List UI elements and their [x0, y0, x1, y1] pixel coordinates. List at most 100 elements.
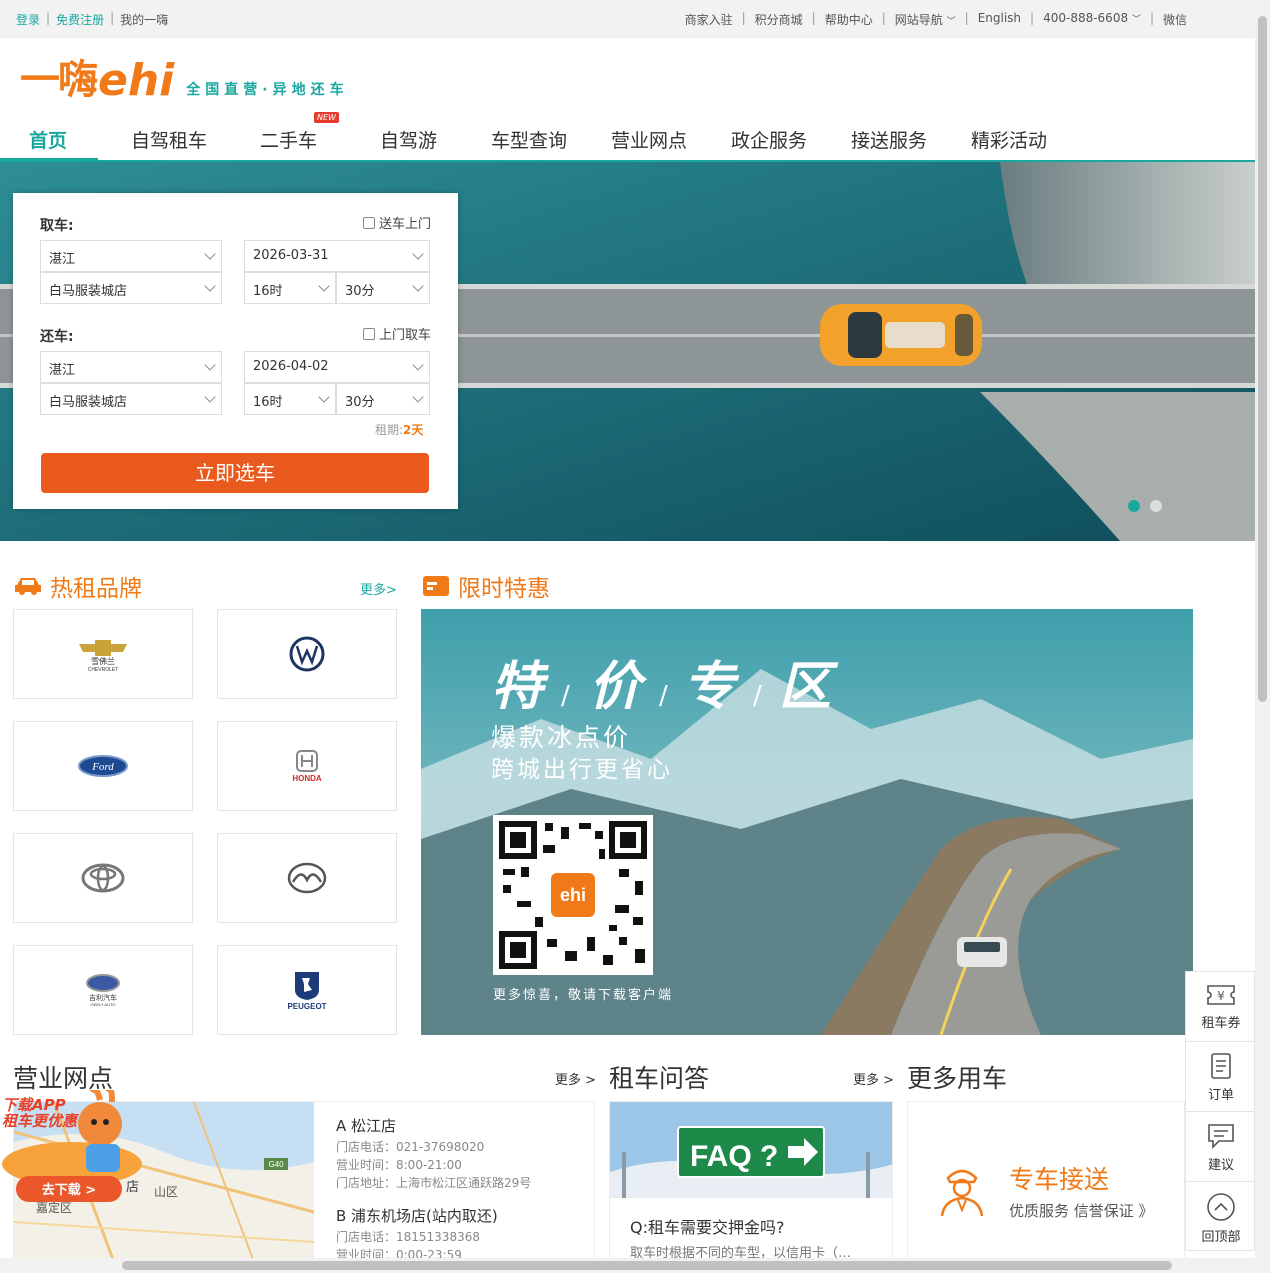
suggestion-label: 建议 [1207, 1158, 1234, 1173]
coupon-icon: ¥ [1207, 985, 1235, 1005]
select-car-button[interactable]: 立即选车 [41, 453, 429, 493]
banner-dot-2[interactable] [1150, 500, 1162, 512]
app-ad-line-2: 租车更优惠 [2, 1112, 80, 1130]
top-utility-bar: 登录 | 免费注册 | 我的一嗨 商家入驻 | 积分商城 | 帮助中心 | 网站… [0, 0, 1255, 38]
nav-events[interactable]: 精彩活动 [971, 126, 1047, 153]
ticket-icon [423, 576, 449, 596]
register-link[interactable]: 免费注册 [56, 11, 104, 28]
car-icon [15, 578, 41, 595]
faq-question: Q:租车需要交押金吗? [630, 1218, 785, 1237]
site-header: 一嗨 ehi 全国直营·异地还车 首页 自驾租车 二手车 NEW 自驾游 车型查询… [0, 38, 1255, 162]
nav-model-search[interactable]: 车型查询 [491, 126, 567, 153]
english-link[interactable]: English [978, 11, 1021, 28]
store-item[interactable]: B 浦东机场店(站内取还) 门店电话：18151338368 营业时间：0:00… [336, 1204, 531, 1260]
promo-headline-char: 价 [589, 657, 648, 717]
brands-more-link[interactable]: 更多> [360, 579, 397, 598]
phone-dropdown[interactable]: 400-888-6608 ﹀ [1043, 11, 1141, 28]
rent-period-value: 2天 [403, 423, 424, 437]
nav-enterprise[interactable]: 政企服务 [731, 126, 807, 153]
logo-cn: 一嗨 [20, 57, 98, 103]
ehi-logo[interactable]: 一嗨 ehi 全国直营·异地还车 [20, 57, 349, 103]
svg-text:吉利汽车: 吉利汽车 [89, 993, 117, 1002]
phone-number: 400-888-6608 [1043, 11, 1129, 25]
brand-ford[interactable]: Ford [13, 721, 193, 811]
separator: | [811, 11, 816, 25]
brand-toyota[interactable] [13, 833, 193, 923]
return-store-select[interactable]: 白马服装城店 [40, 383, 222, 415]
wechat-link[interactable]: 微信 [1163, 11, 1187, 28]
return-date-select[interactable]: 2026-04-02 [244, 351, 430, 383]
help-center-link[interactable]: 帮助中心 [825, 11, 873, 28]
faq-sign-text: FAQ ? [690, 1140, 778, 1173]
limited-offer-title: 限时特惠 [422, 569, 550, 603]
brand-volkswagen[interactable] [217, 609, 397, 699]
pickup-store-select[interactable]: 白马服装城店 [40, 272, 222, 304]
nav-self-drive-rental[interactable]: 自驾租车 [131, 126, 207, 153]
chevron-down-icon: ﹀ [946, 17, 956, 27]
floating-toolbar: ¥ 租车券 订单 建议 回顶部 [1185, 971, 1256, 1252]
points-mall-link[interactable]: 积分商城 [755, 11, 803, 28]
scrollbar-thumb[interactable] [122, 1261, 1172, 1270]
nav-home[interactable]: 首页 [29, 126, 67, 153]
stores-more-link[interactable]: 更多 > [555, 1069, 596, 1088]
store-item[interactable]: A 松江店 门店电话：021-37698020 营业时间：8:00-21:00 … [336, 1114, 531, 1192]
pickup-hour-select[interactable]: 16时 [244, 272, 336, 304]
banner-dot-1[interactable] [1128, 500, 1140, 512]
vertical-scrollbar[interactable] [1255, 0, 1270, 1273]
suggestion-button[interactable]: 建议 [1186, 1112, 1256, 1182]
chevron-down-icon [204, 280, 216, 292]
faq-more-link[interactable]: 更多 > [853, 1069, 894, 1088]
nav-self-drive-tour[interactable]: 自驾游 [380, 126, 437, 153]
nav-used-cars[interactable]: 二手车 NEW [260, 112, 339, 153]
store-phone: 门店电话：18151338368 [336, 1230, 480, 1244]
horizontal-scrollbar[interactable] [0, 1258, 1255, 1273]
nav-transfer[interactable]: 接送服务 [851, 126, 927, 153]
return-minute-select[interactable]: 30分 [336, 383, 430, 415]
return-city-value: 湛江 [49, 363, 76, 378]
pickup-city-select[interactable]: 湛江 [40, 240, 222, 272]
order-button[interactable]: 订单 [1186, 1042, 1256, 1112]
coupon-button[interactable]: ¥ 租车券 [1186, 972, 1256, 1042]
pickup-store-value: 白马服装城店 [49, 284, 128, 299]
return-hour-select[interactable]: 16时 [244, 383, 336, 415]
return-hour-value: 16时 [253, 395, 283, 410]
toyota-logo [81, 863, 125, 893]
my-ehi-link[interactable]: 我的一嗨 [120, 11, 168, 28]
mazda-logo [287, 862, 327, 894]
rent-period: 租期:2天 [375, 421, 423, 438]
return-city-select[interactable]: 湛江 [40, 351, 222, 383]
faq-panel[interactable]: FAQ ? Q:租车需要交押金吗? 取车时根据不同的车型，以信用卡（… [609, 1101, 893, 1261]
site-nav-dropdown[interactable]: 网站导航 ﹀ [895, 11, 956, 28]
separator: | [1149, 11, 1154, 25]
svg-text:/: / [659, 681, 668, 711]
chevron-down-icon [318, 391, 330, 403]
svg-text:PEUGEOT: PEUGEOT [287, 1002, 326, 1010]
pickup-minute-select[interactable]: 30分 [336, 272, 430, 304]
brand-peugeot[interactable]: PEUGEOT [217, 945, 397, 1035]
login-link[interactable]: 登录 [16, 11, 40, 28]
chevron-down-icon [412, 391, 424, 403]
return-minute-value: 30分 [345, 395, 375, 410]
pickup-date-select[interactable]: 2026-03-31 [244, 240, 430, 272]
pickup-minute-value: 30分 [345, 284, 375, 299]
rent-period-label: 租期: [375, 423, 404, 437]
pickup-hour-value: 16时 [253, 284, 283, 299]
scrollbar-thumb[interactable] [1258, 16, 1267, 702]
return-label: 还车: [40, 329, 74, 345]
brand-honda[interactable]: HONDA [217, 721, 397, 811]
return-collect-checkbox[interactable]: 上门取车 [363, 324, 431, 343]
download-qr-code[interactable]: ehi [493, 815, 653, 975]
chauffeur-service-card[interactable]: 专车接送 优质服务 信誉保证 》 [907, 1101, 1185, 1261]
brand-mazda[interactable] [217, 833, 397, 923]
chevron-down-icon: ﹀ [1131, 15, 1141, 25]
brand-geely[interactable]: 吉利汽车 GEELY AUTO [13, 945, 193, 1035]
nav-stores[interactable]: 营业网点 [611, 126, 687, 153]
merchant-link[interactable]: 商家入驻 [685, 11, 733, 28]
return-store-value: 白马服装城店 [49, 395, 128, 410]
special-offer-banner[interactable]: 特 / 价 / 专 / 区 爆款冰点价 跨城出行更省心 更多惊喜，敬请下载客户端… [421, 609, 1193, 1035]
brand-chevrolet[interactable]: 雪佛兰 CHEVROLET [13, 609, 193, 699]
back-to-top-button[interactable]: 回顶部 [1186, 1182, 1256, 1252]
app-download-ad[interactable]: 下载APP 租车更优惠 去下载 > [0, 1086, 150, 1210]
chat-icon [1208, 1124, 1234, 1149]
pickup-delivery-checkbox[interactable]: 送车上门 [363, 213, 431, 232]
